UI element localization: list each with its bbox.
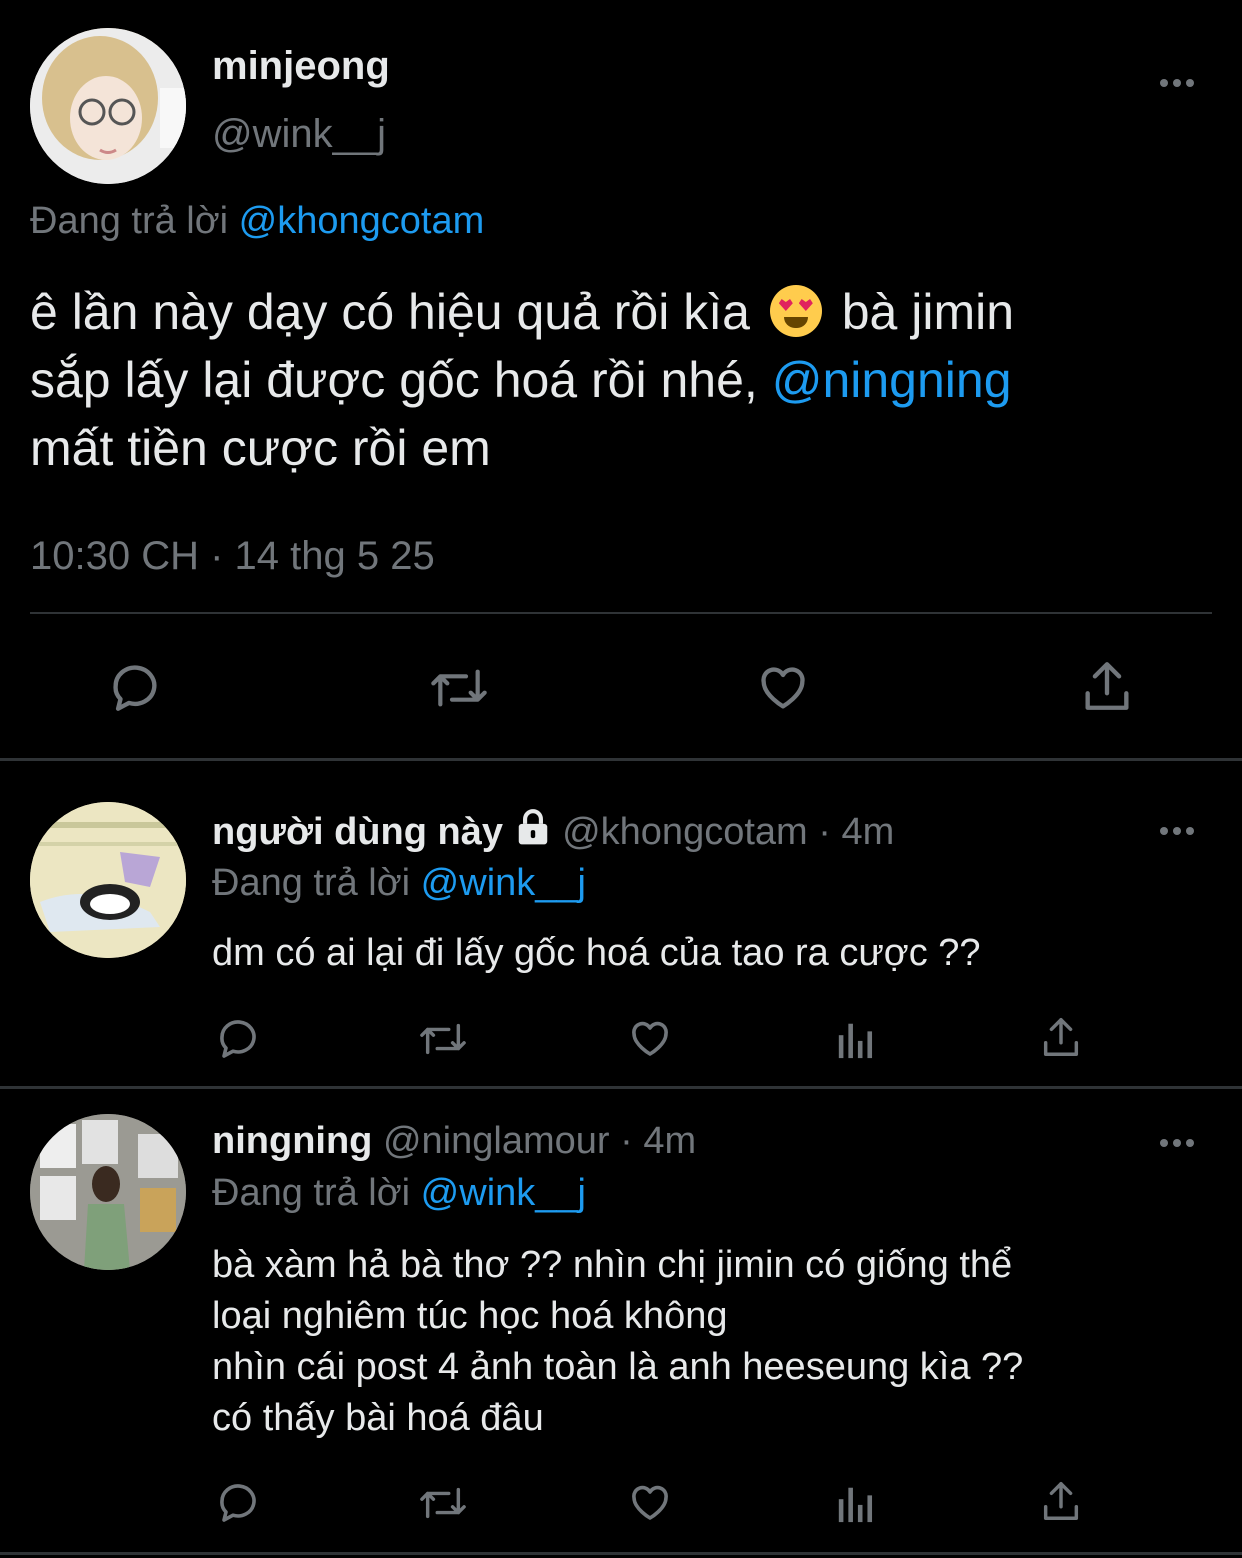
reply-prefix: Đang trả lời [212, 862, 411, 904]
tweet-text-line: nhìn cái post 4 ảnh toàn là anh heeseung… [212, 1346, 1024, 1388]
reply-header: ningning @ninglamour · 4m [212, 1120, 696, 1163]
reply-mention-link[interactable]: @wink__j [421, 862, 586, 904]
tweet-timestamp[interactable]: 10:30 CH · 14 thg 5 25 [30, 534, 435, 579]
tweet-text: dm có ai lại đi lấy gốc hoá của tao ra c… [212, 932, 981, 974]
more-icon[interactable] [1160, 74, 1200, 90]
reply-context: Đang trả lời @wink__j [212, 862, 586, 905]
author-handle[interactable]: @khongcotam [562, 811, 808, 853]
tweet-text: ê lần này dạy có hiệu quả rồi kìa bà jim… [30, 278, 1220, 482]
reply-context: Đang trả lời @khongcotam [30, 200, 484, 243]
mention-link[interactable]: @ningning [772, 352, 1012, 408]
comment-icon[interactable] [214, 1014, 262, 1062]
share-icon[interactable] [1038, 1012, 1084, 1062]
author-handle[interactable]: @ninglamour [383, 1120, 610, 1162]
heart-icon[interactable] [754, 658, 812, 716]
heart-icon[interactable] [626, 1478, 674, 1526]
divider [30, 612, 1212, 614]
more-icon[interactable] [1160, 822, 1200, 838]
relative-time[interactable]: 4m [841, 811, 894, 853]
more-icon[interactable] [1160, 1134, 1200, 1150]
tweet-text-part: sắp lấy lại được gốc hoá rồi nhé, [30, 352, 758, 408]
tweet-text-part: mất tiền cược rồi em [30, 420, 491, 476]
section-divider [0, 1552, 1242, 1555]
heart-eyes-emoji-icon [769, 285, 822, 337]
analytics-icon[interactable] [834, 1482, 878, 1524]
time-separator: · [818, 811, 831, 853]
tweet-text-line: có thấy bài hoá đâu [212, 1397, 544, 1439]
author-name[interactable]: người dùng này [212, 811, 503, 853]
analytics-icon[interactable] [834, 1018, 878, 1060]
retweet-icon[interactable] [428, 660, 490, 716]
heart-icon[interactable] [626, 1014, 674, 1062]
share-icon[interactable] [1038, 1476, 1084, 1526]
comment-icon[interactable] [214, 1478, 262, 1526]
lock-icon [514, 808, 552, 856]
retweet-icon[interactable] [416, 1016, 470, 1062]
tweet-text-part: ê lần này dạy có hiệu quả rồi kìa [30, 284, 750, 340]
author-handle[interactable]: @wink__j [212, 112, 386, 157]
retweet-icon[interactable] [416, 1480, 470, 1526]
reply-context: Đang trả lời @wink__j [212, 1172, 586, 1215]
reply-mention-link[interactable]: @khongcotam [239, 200, 485, 242]
tweet-text-line: bà xàm hả bà thơ ?? nhìn chị jimin có gi… [212, 1244, 1013, 1286]
section-divider [0, 1086, 1242, 1089]
tweet-text-line: loại nghiêm túc học hoá không [212, 1295, 728, 1337]
reply-prefix: Đang trả lời [30, 200, 229, 242]
avatar[interactable] [30, 28, 186, 184]
reply-mention-link[interactable]: @wink__j [421, 1172, 586, 1214]
author-name[interactable]: minjeong [212, 44, 390, 89]
time-separator: · [620, 1120, 633, 1162]
reply-prefix: Đang trả lời [212, 1172, 411, 1214]
tweet-text: bà xàm hả bà thơ ?? nhìn chị jimin có gi… [212, 1240, 1212, 1444]
avatar[interactable] [30, 1114, 186, 1270]
share-icon[interactable] [1078, 656, 1136, 716]
author-name[interactable]: ningning [212, 1120, 372, 1162]
section-divider [0, 758, 1242, 761]
tweet-text-part: bà jimin [841, 284, 1015, 340]
relative-time[interactable]: 4m [643, 1120, 696, 1162]
comment-icon[interactable] [106, 658, 164, 716]
reply-header: người dùng này @khongcotam · 4m [212, 808, 894, 856]
avatar[interactable] [30, 802, 186, 958]
